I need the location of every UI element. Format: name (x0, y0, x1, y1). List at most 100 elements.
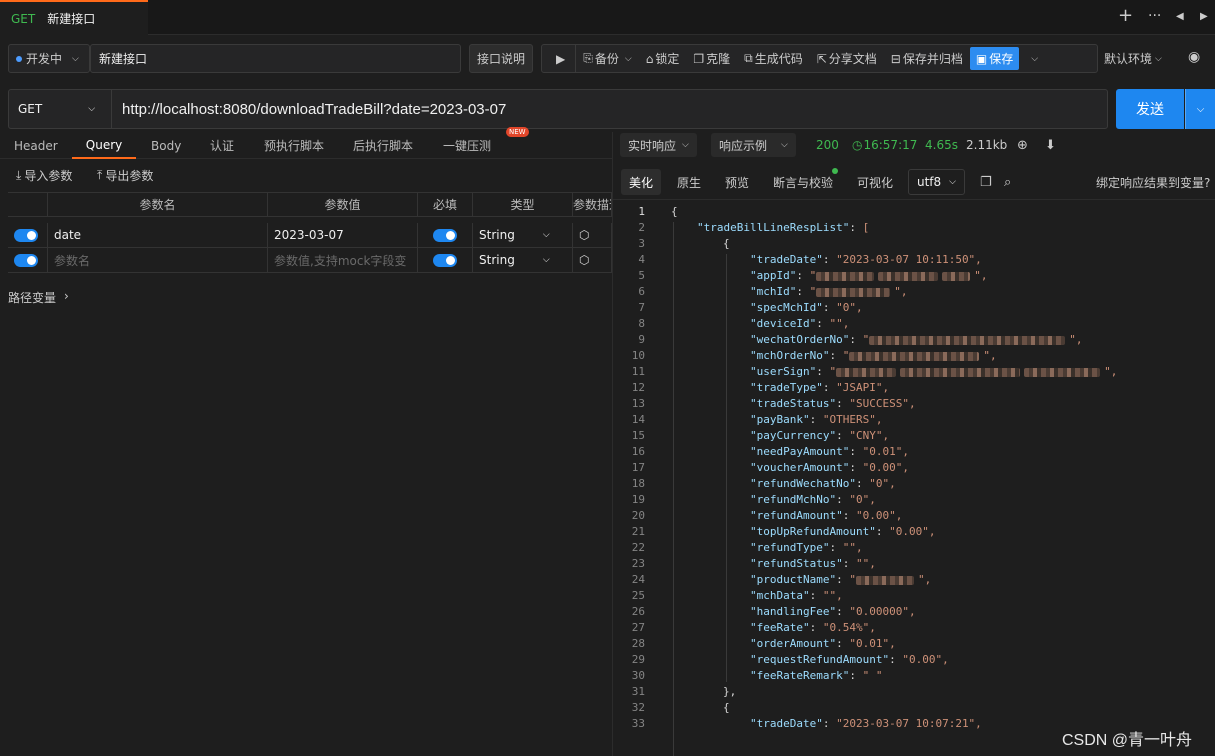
redacted-value (836, 367, 897, 377)
tab-preview[interactable]: 预览 (717, 169, 757, 195)
tab-query[interactable]: Query (72, 132, 136, 159)
export-params-button[interactable]: ⤒ 导出参数 (97, 167, 153, 184)
json-key: "topUpRefundAmount" (750, 525, 876, 538)
clone-button[interactable]: ❐ 克隆 (686, 44, 737, 73)
bind-response-link[interactable]: 绑定响应结果到变量? (1096, 174, 1210, 191)
response-mode-select[interactable]: 实时响应 ⌵ (620, 133, 697, 157)
indent-guide (726, 254, 727, 682)
param-desc-cell[interactable]: ⬡ (573, 248, 612, 272)
param-desc-cell[interactable]: ⬡ (573, 223, 612, 247)
param-name-input[interactable]: 参数名 (48, 248, 268, 272)
required-toggle[interactable] (433, 228, 457, 242)
response-time: ◷ 16:57:17 (852, 133, 917, 157)
path-vars-label: 路径变量 (8, 291, 57, 305)
json-value-end: ", (917, 573, 932, 586)
json-key: "productName" (750, 573, 837, 586)
param-value-input[interactable]: 参数值,支持mock字段变 (268, 248, 418, 272)
backup-button[interactable]: ⎘ 备份 ⌵ (575, 44, 638, 73)
line-number: 18 (631, 477, 645, 490)
api-desc-button[interactable]: 接口说明 (469, 44, 533, 73)
search-icon[interactable]: ⌕ (996, 169, 1019, 195)
more-icon[interactable]: ··· (1148, 8, 1161, 24)
json-value: "0", (869, 477, 896, 490)
env-status-select[interactable]: 开发中 ⌵ (8, 44, 90, 73)
code-line: "requestRefundAmount": "0.00", (750, 653, 949, 666)
tab-beautify[interactable]: 美化 (621, 169, 662, 195)
lock-button[interactable]: ⌂ 锁定 (639, 44, 687, 73)
param-type-select[interactable]: String ⌵ (473, 223, 573, 247)
tab-raw[interactable]: 原生 (669, 169, 709, 195)
response-duration: 4.65s (925, 138, 958, 152)
json-colon: : (816, 317, 830, 330)
gen-code-button[interactable]: ⧉ 生成代码 (737, 44, 810, 73)
line-number: 32 (631, 701, 645, 714)
tab-auth[interactable]: 认证 (210, 132, 234, 159)
tab-visualize[interactable]: 可视化 (849, 169, 901, 195)
import-params-button[interactable]: ⤓ 导入参数 (16, 167, 72, 184)
share-doc-button[interactable]: ⇱ 分享文档 (810, 44, 884, 73)
chevron-down-icon: ⌵ (781, 140, 788, 150)
param-value[interactable]: 2023-03-07 (268, 223, 418, 247)
send-dropdown[interactable]: ⌵ (1185, 89, 1215, 129)
json-key: "refundAmount" (750, 509, 843, 522)
tab-pre-script[interactable]: 预执行脚本 (264, 132, 324, 159)
request-tab[interactable]: GET 新建接口 (0, 0, 148, 35)
toolbar: ▶ ⎘ 备份 ⌵ ⌂ 锁定 ❐ 克隆 ⧉ 生成代码 ⇱ 分享文档 ⊟ 保存并归档 ▣ 保存 ⌵ (541, 44, 1098, 73)
json-value: "", (842, 541, 863, 554)
send-button[interactable]: 发送 (1116, 89, 1184, 129)
code-line: "orderAmount": "0.01", (750, 637, 896, 650)
tab-assertions[interactable]: 断言与校验 (765, 169, 841, 195)
download-icon[interactable]: ⬇ (1045, 133, 1056, 157)
json-key: "payCurrency" (750, 429, 837, 442)
json-key: "wechatOrderNo" (750, 333, 850, 346)
tab-body[interactable]: Body (151, 132, 181, 159)
response-time-value: 16:57:17 (863, 138, 918, 152)
redacted-value (849, 351, 980, 361)
response-example-select[interactable]: 响应示例 ⌵ (711, 133, 796, 157)
code-line: "productName": " ", (750, 573, 931, 586)
next-icon[interactable]: ▶ (1200, 11, 1208, 22)
cube-icon: ⬡ (579, 228, 590, 242)
json-key: "handlingFee" (750, 605, 837, 618)
param-name[interactable]: date (48, 223, 268, 247)
json-colon: : (849, 221, 863, 234)
param-type-select[interactable]: String ⌵ (473, 248, 573, 272)
globe-icon[interactable]: ⊕ (1017, 133, 1028, 157)
api-name-input[interactable]: 新建接口 (90, 44, 461, 73)
response-body[interactable] (613, 199, 1215, 756)
eye-icon[interactable]: ◉ (1188, 49, 1200, 65)
encoding-select[interactable]: utf8 ⌵ (908, 169, 965, 195)
enable-toggle[interactable] (14, 253, 38, 267)
chevron-down-icon: ⌵ (1196, 103, 1205, 115)
required-toggle[interactable] (433, 253, 457, 267)
tab-stress-test[interactable]: 一键压测 (443, 132, 491, 159)
archive-icon: ⊟ (890, 51, 901, 66)
method-select[interactable]: GET ⌵ (8, 89, 112, 129)
chevron-down-icon: ⌵ (542, 230, 550, 240)
path-vars-toggle[interactable]: 路径变量 › (8, 289, 69, 306)
header-name: 参数名 (48, 193, 268, 216)
json-value: "CNY", (849, 429, 890, 442)
code-line: "specMchId": "0", (750, 301, 863, 314)
json-colon: : (796, 269, 810, 282)
plus-icon[interactable]: + (1118, 5, 1133, 26)
code-line: "tradeDate": "2023-03-07 10:07:21", (750, 717, 982, 730)
run-button[interactable]: ▶ (542, 44, 575, 73)
default-env-select[interactable]: 默认环境 ⌵ (1104, 44, 1182, 73)
line-number: 11 (631, 365, 645, 378)
save-archive-button[interactable]: ⊟ 保存并归档 (884, 44, 970, 73)
url-input[interactable]: http://localhost:8080/downloadTradeBill?… (122, 89, 506, 129)
save-button[interactable]: ▣ 保存 (969, 47, 1020, 70)
cube-icon: ⬡ (579, 253, 590, 267)
tab-post-script[interactable]: 后执行脚本 (353, 132, 413, 159)
save-dropdown[interactable]: ⌵ (1019, 44, 1050, 73)
json-key: "refundType" (750, 541, 830, 554)
header-enable (8, 193, 48, 216)
code-line: "tradeBillLineRespList": [ (697, 221, 869, 234)
code-line: "tradeStatus": "SUCCESS", (750, 397, 916, 410)
json-colon: : (849, 669, 863, 682)
backup-label: 备份 (594, 52, 619, 66)
enable-toggle[interactable] (14, 228, 38, 242)
tab-header[interactable]: Header (14, 132, 58, 159)
prev-icon[interactable]: ◀ (1176, 11, 1184, 22)
